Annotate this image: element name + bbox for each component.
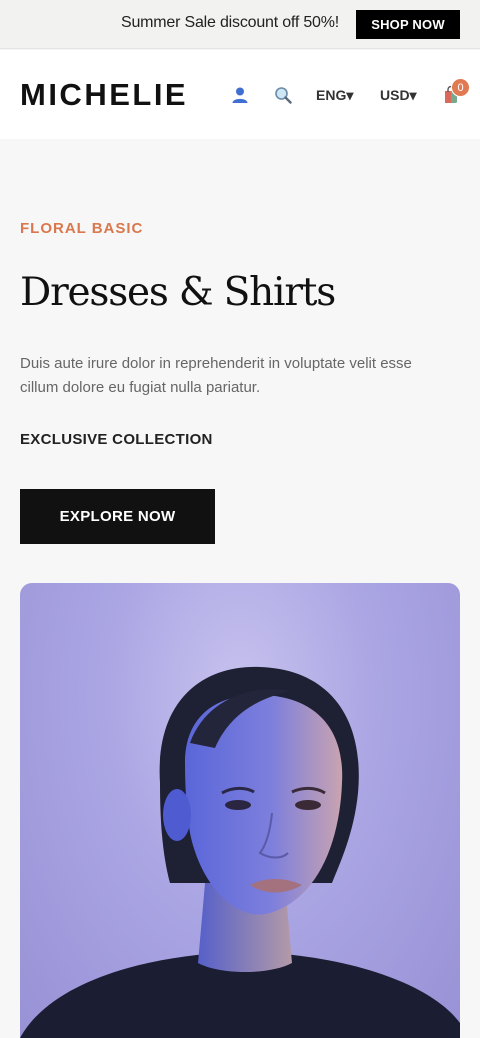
shop-now-button[interactable]: SHOP NOW — [356, 10, 460, 39]
announcement-text: Summer Sale discount off 50%! — [121, 14, 340, 31]
currency-selector[interactable]: USD▾ — [380, 87, 417, 104]
user-icon[interactable] — [229, 84, 251, 106]
hero-title: Dresses & Shirts — [20, 270, 336, 315]
language-selector[interactable]: ENG▾ — [316, 87, 353, 104]
announcement-bar: Summer Sale discount off 50%! SHOP NOW — [0, 0, 480, 49]
hero-image — [20, 583, 460, 1038]
logo[interactable]: MICHELIE — [20, 77, 188, 113]
hero-eyebrow: FLORAL BASIC — [20, 220, 144, 237]
explore-now-button[interactable]: EXPLORE NOW — [20, 489, 215, 544]
cart-count-badge: 0 — [451, 78, 470, 97]
hero-description: Duis aute irure dolor in reprehenderit i… — [20, 355, 412, 396]
collection-label: EXCLUSIVE COLLECTION — [20, 431, 213, 448]
site-header: MICHELIE ENG▾ USD▾ 0 — [0, 50, 480, 139]
search-icon[interactable] — [272, 84, 294, 106]
